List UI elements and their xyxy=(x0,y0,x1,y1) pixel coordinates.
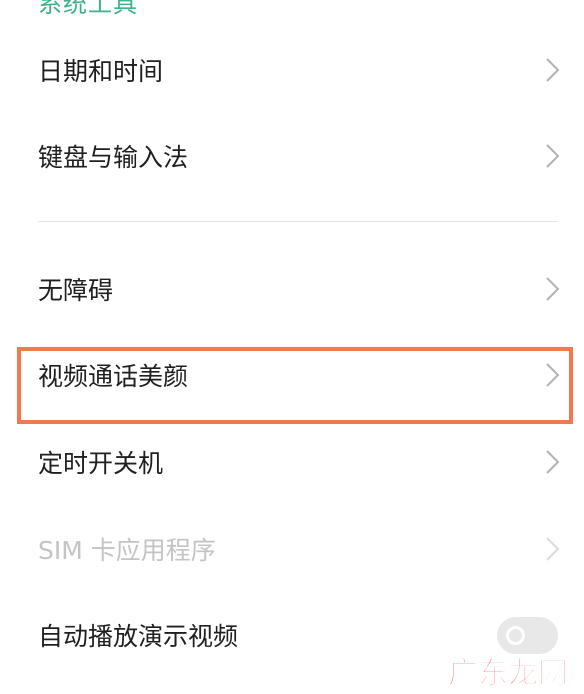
row-label: 无障碍 xyxy=(38,276,114,305)
section-header: 系统工具 xyxy=(38,0,138,18)
row-date-time[interactable]: 日期和时间 xyxy=(0,27,584,113)
row-video-call-beauty[interactable]: 视频通话美颜 xyxy=(0,332,584,418)
row-label: SIM 卡应用程序 xyxy=(38,536,216,565)
chevron-right-icon xyxy=(546,144,560,168)
row-scheduled-power[interactable]: 定时开关机 xyxy=(0,419,584,505)
row-label: 键盘与输入法 xyxy=(38,143,189,172)
row-sim-apps: SIM 卡应用程序 xyxy=(0,506,584,592)
settings-screen: 系统工具 日期和时间 键盘与输入法 无障碍 视频通话美颜 定时开关机 SIM 卡… xyxy=(0,0,584,694)
watermark-logo: 广东龙网 xyxy=(448,656,569,692)
toggle-knob xyxy=(506,626,525,645)
row-label: 定时开关机 xyxy=(38,449,164,478)
row-label: 视频通话美颜 xyxy=(38,362,189,391)
chevron-right-icon xyxy=(546,450,560,474)
row-label: 日期和时间 xyxy=(38,57,164,86)
row-keyboard-input[interactable]: 键盘与输入法 xyxy=(0,113,584,199)
section-divider xyxy=(38,221,558,222)
row-label: 自动播放演示视频 xyxy=(38,622,239,651)
chevron-right-icon xyxy=(546,277,560,301)
chevron-right-icon xyxy=(546,58,560,82)
row-accessibility[interactable]: 无障碍 xyxy=(0,246,584,332)
chevron-right-icon xyxy=(546,363,560,387)
chevron-right-icon xyxy=(546,537,560,561)
